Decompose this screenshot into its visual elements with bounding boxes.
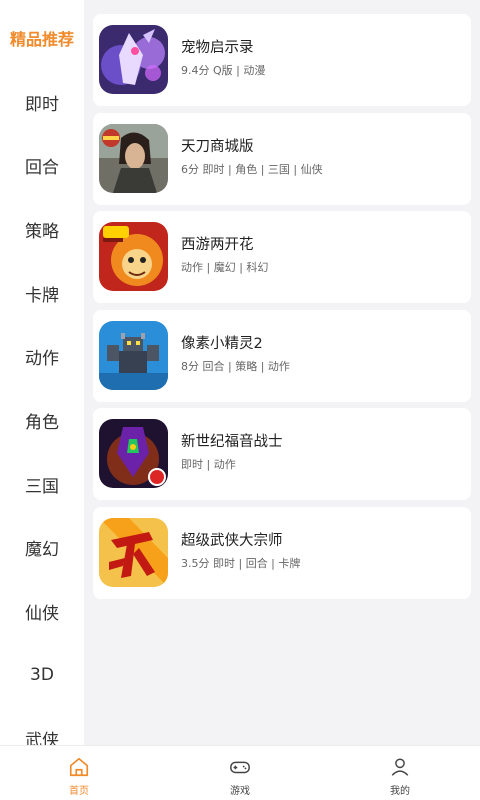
swordsman-icon (99, 124, 168, 193)
tab-label: 我的 (390, 786, 410, 797)
game-list: 宠物启示录 9.4分 Q版 | 动漫 天刀商城版 6分 即时 | 角色 | 三国… (84, 0, 480, 745)
sidebar-item-featured[interactable]: 精品推荐 (0, 18, 84, 58)
sidebar-item-rpg[interactable]: 角色 (0, 400, 84, 440)
game-meta: 3.5分 即时 | 回合 | 卡牌 (181, 557, 301, 570)
game-title: 西游两开花 (181, 237, 254, 253)
purple-creature-icon (99, 25, 168, 94)
pixel-dragon-icon (99, 321, 168, 390)
game-card[interactable]: 新世纪福音战士 即时 | 动作 (93, 408, 471, 500)
game-title: 宠物启示录 (181, 40, 254, 56)
tab-games[interactable]: 游戏 (200, 746, 280, 800)
game-title: 天刀商城版 (181, 139, 254, 155)
home-icon (69, 757, 89, 777)
game-card[interactable]: 西游两开花 动作 | 魔幻 | 科幻 (93, 211, 471, 303)
category-sidebar: 精品推荐 即时 回合 策略 卡牌 动作 角色 三国 魔幻 仙侠 3D 武侠 (0, 0, 84, 745)
user-icon (391, 758, 409, 776)
sidebar-item-3d[interactable]: 3D (0, 655, 84, 695)
game-card[interactable]: 像素小精灵2 8分 回合 | 策略 | 动作 (93, 310, 471, 402)
game-title: 新世纪福音战士 (181, 434, 283, 450)
sidebar-item-card[interactable]: 卡牌 (0, 273, 84, 313)
sidebar-item-fantasy[interactable]: 魔幻 (0, 527, 84, 567)
tab-mine[interactable]: 我的 (360, 746, 440, 800)
tab-label: 游戏 (230, 786, 250, 797)
sidebar-item-strategy[interactable]: 策略 (0, 209, 84, 249)
sidebar-item-action[interactable]: 动作 (0, 336, 84, 376)
game-title: 超级武侠大宗师 (181, 533, 283, 549)
game-card[interactable]: 超级武侠大宗师 3.5分 即时 | 回合 | 卡牌 (93, 507, 471, 599)
game-meta: 动作 | 魔幻 | 科幻 (181, 261, 269, 274)
monkey-king-icon (99, 222, 168, 291)
game-meta: 即时 | 动作 (181, 458, 236, 471)
sidebar-item-xianxia[interactable]: 仙侠 (0, 591, 84, 631)
sidebar-item-realtime[interactable]: 即时 (0, 82, 84, 122)
game-meta: 8分 回合 | 策略 | 动作 (181, 360, 290, 373)
mecha-icon (99, 419, 168, 488)
sidebar-item-turn-based[interactable]: 回合 (0, 145, 84, 185)
wu-character-icon (99, 518, 168, 587)
bottom-tab-bar: 首页 游戏 我的 (0, 745, 480, 800)
game-card[interactable]: 天刀商城版 6分 即时 | 角色 | 三国 | 仙侠 (93, 113, 471, 205)
game-card[interactable]: 宠物启示录 9.4分 Q版 | 动漫 (93, 14, 471, 106)
sidebar-item-wuxia[interactable]: 武侠 (0, 718, 84, 746)
sidebar-item-three-kingdoms[interactable]: 三国 (0, 464, 84, 504)
gamepad-icon (230, 761, 250, 774)
game-meta: 6分 即时 | 角色 | 三国 | 仙侠 (181, 163, 323, 176)
tab-home[interactable]: 首页 (39, 746, 119, 800)
tab-label: 首页 (69, 786, 89, 797)
game-title: 像素小精灵2 (181, 336, 263, 352)
game-meta: 9.4分 Q版 | 动漫 (181, 64, 266, 77)
